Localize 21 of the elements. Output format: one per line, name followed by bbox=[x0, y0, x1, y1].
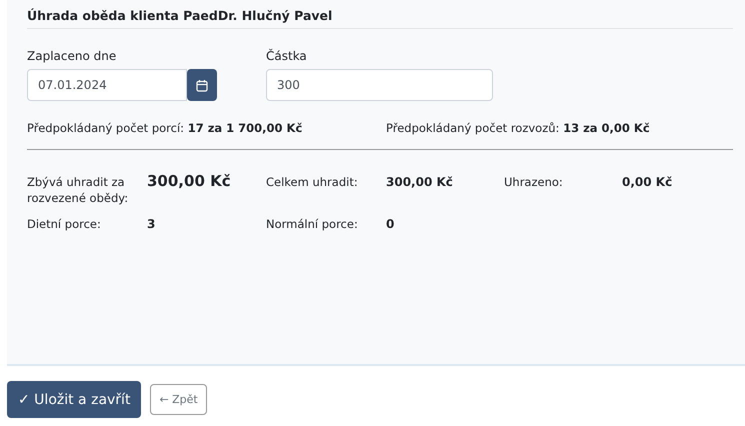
calendar-button[interactable] bbox=[187, 69, 217, 101]
summary-label: Celkem uhradit: bbox=[266, 174, 359, 190]
summary-value: 0,00 Kč bbox=[622, 174, 674, 190]
date-field[interactable]: 07.01.2024 bbox=[27, 69, 187, 101]
estimate-text: Předpokládaný počet porcí: 17 za 1 700,00 Kč bbox=[27, 121, 304, 135]
summary-label: Uhrazeno: bbox=[504, 174, 564, 190]
field-label: Částka bbox=[266, 49, 308, 63]
estimate-text: Předpokládaný počet rozvozů: 13 za 0,00 Kč bbox=[386, 121, 650, 135]
summary-label: Normální porce: bbox=[266, 216, 359, 232]
summary-label: Dietní porce: bbox=[27, 216, 102, 232]
amount-field[interactable]: 300 bbox=[266, 69, 493, 101]
summary-value: 300,00 Kč bbox=[147, 172, 232, 190]
calendar-icon bbox=[196, 78, 208, 92]
back-button[interactable]: ← Zpět bbox=[150, 384, 207, 415]
save-button[interactable]: ✓ Uložit a zavřít bbox=[7, 381, 142, 418]
form-title: Úhrada oběda klienta PaedDr. Hlučný Pavel bbox=[27, 8, 733, 29]
summary-value: 3 bbox=[147, 216, 156, 232]
field-label: Zaplaceno dne bbox=[27, 49, 118, 63]
summary-label: Zbývá uhradit za rozvezené obědy: bbox=[27, 174, 130, 206]
summary-value: 300,00 Kč bbox=[386, 174, 454, 190]
summary-value: 0 bbox=[386, 216, 396, 232]
